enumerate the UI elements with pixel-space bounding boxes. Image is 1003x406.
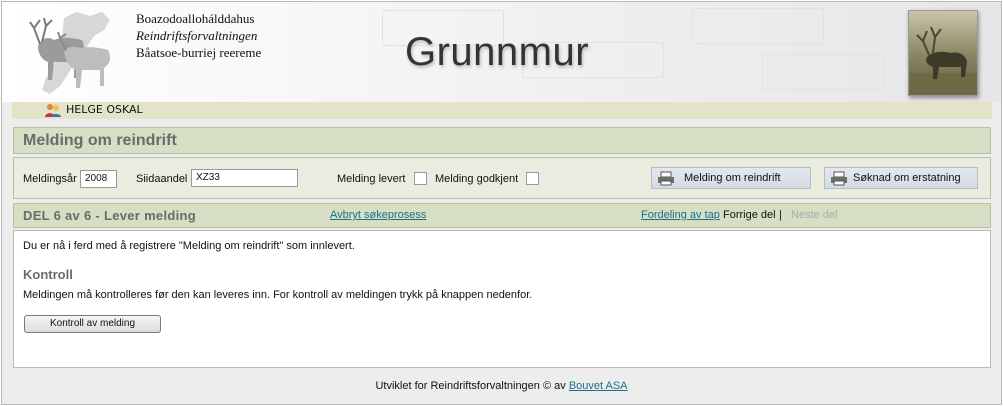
siida-input[interactable]: XZ33 bbox=[191, 169, 298, 187]
check-report-button[interactable]: Kontroll av melding bbox=[24, 315, 161, 333]
org-name-line: Båatsoe-burriej reereme bbox=[136, 45, 262, 60]
footer-text: Utviklet for Reindriftsforvaltningen © a… bbox=[375, 380, 566, 392]
year-label: Meldingsår bbox=[23, 173, 77, 185]
printer-icon bbox=[658, 171, 674, 186]
print-report-label: Melding om reindrift bbox=[684, 172, 781, 184]
content-panel: Du er nå i ferd med å registrere "Meldin… bbox=[13, 230, 991, 368]
delivered-label: Melding levert bbox=[337, 173, 406, 185]
intro-text: Du er nå i ferd med å registrere "Meldin… bbox=[23, 240, 355, 252]
approved-label: Melding godkjent bbox=[435, 173, 519, 185]
vendor-link[interactable]: Bouvet ASA bbox=[569, 380, 628, 392]
reindeer-photo bbox=[908, 10, 978, 96]
next-step-link: Neste del bbox=[791, 209, 838, 221]
filter-bar: Meldingsår 2008 Siidaandel XZ33 Melding … bbox=[13, 157, 991, 199]
users-icon bbox=[45, 104, 61, 117]
print-claim-button[interactable]: Søknad om erstatning bbox=[824, 167, 978, 189]
page-title-bar: Melding om reindrift bbox=[13, 127, 991, 154]
step-title: DEL 6 av 6 - Lever melding bbox=[23, 208, 197, 223]
delivered-checkbox[interactable] bbox=[414, 172, 427, 185]
year-input[interactable]: 2008 bbox=[80, 170, 117, 188]
print-report-button[interactable]: Melding om reindrift bbox=[651, 167, 811, 189]
user-name[interactable]: HELGE OSKAL bbox=[66, 103, 143, 116]
print-claim-label: Søknad om erstatning bbox=[853, 172, 961, 184]
approved-checkbox[interactable] bbox=[526, 172, 539, 185]
footer: Utviklet for Reindriftsforvaltningen © a… bbox=[2, 380, 1001, 392]
cancel-process-link[interactable]: Avbryt søkeprosess bbox=[330, 209, 426, 221]
page-title: Melding om reindrift bbox=[23, 132, 177, 149]
background-brick bbox=[692, 8, 824, 44]
nav-separator: | bbox=[779, 209, 782, 221]
section-heading: Kontroll bbox=[23, 267, 73, 282]
org-name-line: Reindriftsforvaltningen bbox=[136, 28, 258, 43]
app-title: Grunnmur bbox=[405, 30, 590, 74]
printer-icon bbox=[831, 171, 847, 186]
siida-label: Siidaandel bbox=[136, 173, 188, 185]
previous-step-link[interactable]: Forrige del bbox=[723, 209, 776, 221]
reindeer-map-logo-icon bbox=[29, 12, 111, 94]
section-text: Meldingen må kontrolleres før den kan le… bbox=[23, 289, 533, 301]
background-brick bbox=[762, 54, 884, 90]
header: Boazodoallohálddahus Reindriftsforvaltni… bbox=[2, 2, 1001, 102]
loss-distribution-link[interactable]: Fordeling av tap bbox=[641, 209, 720, 221]
page-frame: Boazodoallohálddahus Reindriftsforvaltni… bbox=[1, 1, 1002, 405]
user-bar: HELGE OSKAL bbox=[12, 102, 992, 119]
step-bar: DEL 6 av 6 - Lever melding Avbryt søkepr… bbox=[13, 203, 991, 228]
org-name-line: Boazodoallohálddahus bbox=[136, 11, 255, 26]
